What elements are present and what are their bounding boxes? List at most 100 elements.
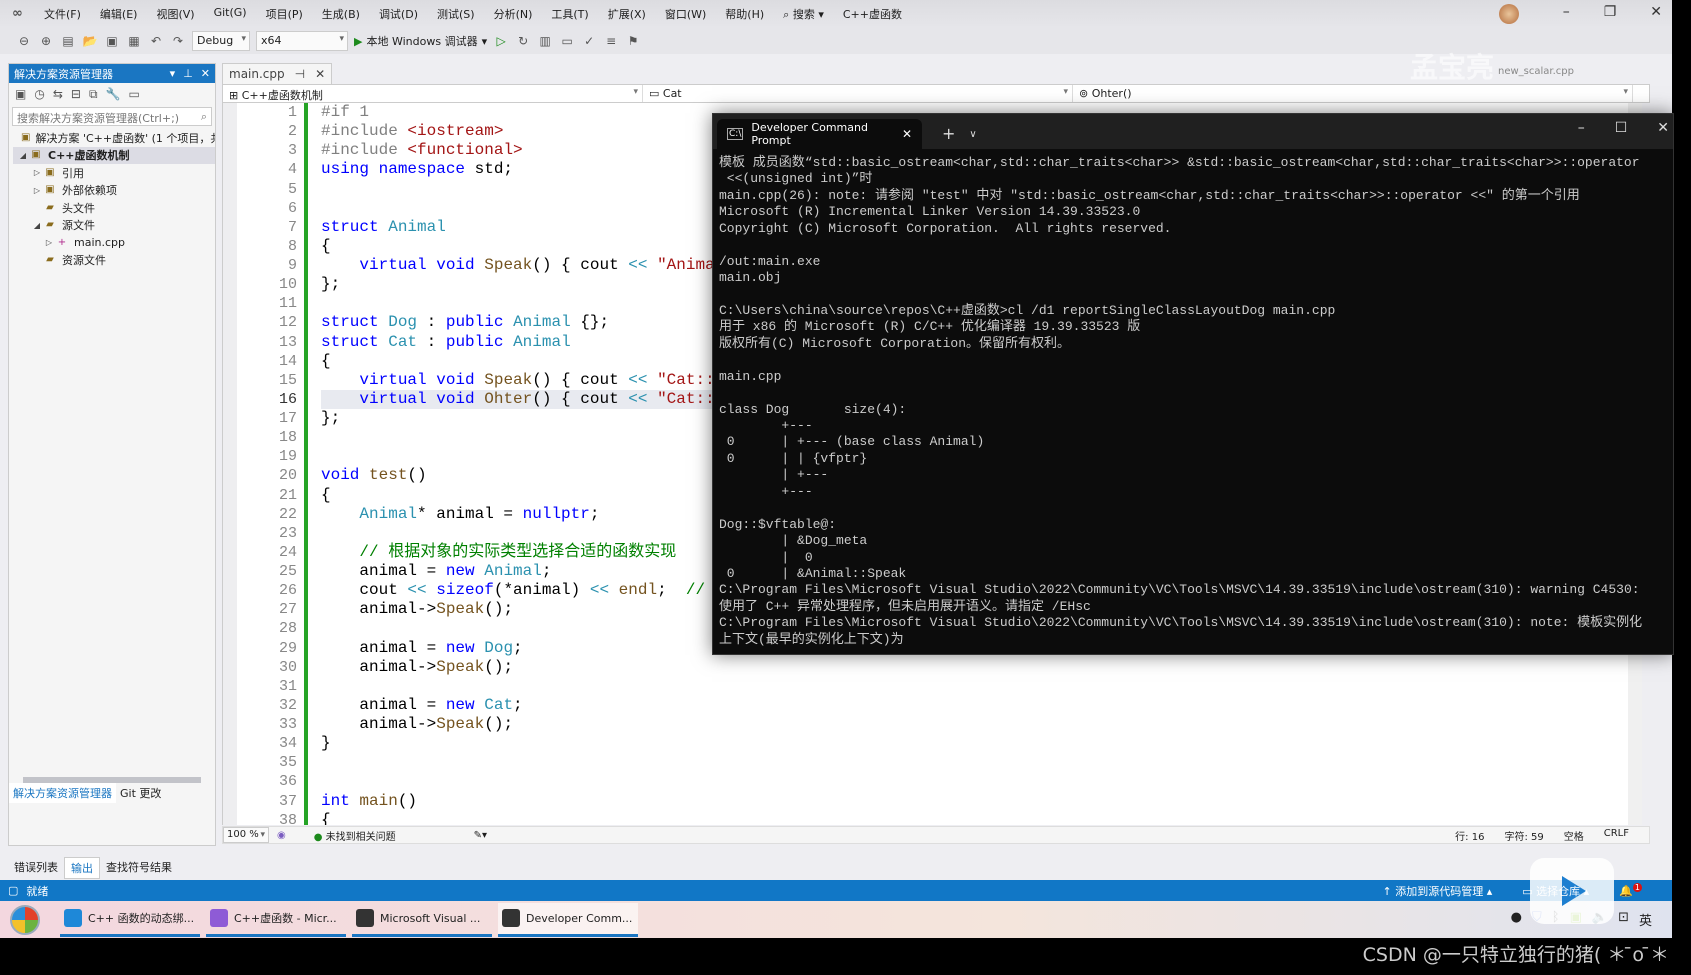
expand-toggle-icon[interactable]: ◢ <box>31 221 43 230</box>
tree-item[interactable]: ▰ 资源文件 <box>13 252 215 270</box>
code-line[interactable]: virtual void Ohter() { cout << "Cat:: <box>321 389 715 409</box>
minimize-button[interactable]: – <box>1563 4 1570 24</box>
char-indicator[interactable]: 字符: 59 <box>1504 828 1543 843</box>
code-line[interactable]: struct Animal <box>321 218 715 237</box>
start-button[interactable] <box>10 904 40 935</box>
network-icon[interactable]: ⊡ <box>1618 910 1629 929</box>
notifications-button[interactable]: 🔔 1 <box>1619 882 1642 899</box>
close-button[interactable]: ✕ <box>1650 4 1662 24</box>
code-line[interactable]: int main() <box>321 792 715 811</box>
code-line[interactable]: void test() <box>321 466 715 485</box>
menu-item[interactable]: 帮助(H) <box>725 6 764 22</box>
avatar[interactable] <box>1498 4 1519 24</box>
new-item-icon[interactable]: ▤ <box>60 33 76 49</box>
code-line[interactable]: ​ <box>321 753 715 772</box>
code-line[interactable]: animal->Speak(); <box>321 715 715 734</box>
code-line[interactable]: animal->Speak(); <box>321 600 715 619</box>
undo-icon[interactable]: ↶ <box>148 33 164 49</box>
pin-icon[interactable]: ⊣ <box>295 67 305 81</box>
code-line[interactable]: { <box>321 486 715 505</box>
tree-item[interactable]: ◢ ▣ C++虚函数机制 <box>13 146 215 164</box>
redo-icon[interactable]: ↷ <box>170 33 186 49</box>
expand-toggle-icon[interactable]: ▷ <box>31 186 43 195</box>
cleanup-icon[interactable]: ✎▾ <box>474 830 487 841</box>
code-line[interactable]: animal = new Cat; <box>321 696 715 715</box>
back-icon[interactable]: ⊖ <box>16 33 32 49</box>
eol-indicator[interactable]: CRLF <box>1604 828 1629 843</box>
code-line[interactable]: #include <iostream> <box>321 122 715 141</box>
menu-item[interactable]: 调试(D) <box>379 6 418 22</box>
show-all-files-icon[interactable]: ⧉ <box>89 87 98 102</box>
configuration-select[interactable]: Debug <box>192 31 250 51</box>
maximize-button[interactable]: ☐ <box>1615 120 1628 136</box>
code-line[interactable]: ​ <box>321 619 715 638</box>
code-line[interactable]: animal = new Animal; <box>321 562 715 581</box>
code-line[interactable]: animal->Speak(); <box>321 658 715 677</box>
code-line[interactable]: struct Cat : public Animal <box>321 333 715 352</box>
code-content[interactable]: #if 1 #include <iostream> #include <functi… <box>321 103 715 825</box>
code-line[interactable]: animal = new Dog; <box>321 639 715 658</box>
code-line[interactable]: // 根据对象的实际类型选择合适的函数实现 <box>321 543 715 562</box>
pin-icon[interactable]: ⊥ <box>183 67 193 80</box>
tab-find-symbol-results[interactable]: 查找符号结果 <box>100 857 178 879</box>
restore-button[interactable]: ❐ <box>1604 4 1617 24</box>
tab-output[interactable]: 输出 <box>64 857 100 879</box>
menu-item[interactable]: Git(G) <box>214 6 247 22</box>
solution-search-input[interactable]: 搜索解决方案资源管理器(Ctrl+;) ⌕ <box>12 107 212 126</box>
menu-item[interactable]: 视图(V) <box>156 6 194 22</box>
taskbar-item[interactable]: C++ 函数的动态绑... <box>60 903 200 937</box>
select-repo-button[interactable]: ▭ 选择仓库 ▴ <box>1522 883 1589 899</box>
menu-item[interactable]: 文件(F) <box>44 6 81 22</box>
code-line[interactable]: }; <box>321 409 715 428</box>
terminal-tab[interactable]: C:\ Developer Command Prompt ✕ <box>717 119 922 149</box>
save-icon[interactable]: ▣ <box>104 33 120 49</box>
tab-git-changes[interactable]: Git 更改 <box>116 783 165 803</box>
save-all-icon[interactable]: ▦ <box>126 33 142 49</box>
menu-item[interactable]: 扩展(X) <box>608 6 646 22</box>
expand-toggle-icon[interactable]: ◢ <box>17 151 29 160</box>
spacing-indicator[interactable]: 空格 <box>1564 828 1584 843</box>
preview-icon[interactable]: ▭ <box>128 87 139 101</box>
spellcheck-icon[interactable]: ✓ <box>581 33 597 49</box>
code-line[interactable]: ​ <box>321 524 715 543</box>
code-line[interactable]: ​ <box>321 677 715 696</box>
code-line[interactable]: #include <functional> <box>321 141 715 160</box>
code-line[interactable]: ​ <box>321 772 715 791</box>
taskbar-item[interactable]: C++虚函数 - Micr... <box>206 903 346 937</box>
new-tab-button[interactable]: + <box>942 124 955 143</box>
scope-select[interactable]: ⊞ C++虚函数机制 <box>223 85 643 102</box>
menu-item[interactable]: 项目(P) <box>266 6 303 22</box>
sync-icon[interactable]: ⇆ <box>53 87 63 101</box>
code-line[interactable]: cout << sizeof(*animal) << endl; // <box>321 581 715 600</box>
code-line[interactable]: struct Dog : public Animal {}; <box>321 313 715 332</box>
tab-dropdown-icon[interactable]: ∨ <box>969 129 976 140</box>
expand-toggle-icon[interactable]: ▷ <box>43 238 55 247</box>
code-line[interactable]: #if 1 <box>321 103 715 122</box>
code-line[interactable]: using namespace std; <box>321 160 715 179</box>
copilot-icon[interactable]: ◉ <box>277 830 286 841</box>
start-without-debug-icon[interactable]: ▷ <box>493 33 509 49</box>
collapse-all-icon[interactable]: ⊟ <box>71 87 81 101</box>
bookmark-icon[interactable]: ⚑ <box>625 33 641 49</box>
platform-select[interactable]: x64 <box>256 31 348 51</box>
zoom-select[interactable]: 100 % <box>223 827 269 843</box>
tree-item[interactable]: ▰ 头文件 <box>13 199 215 217</box>
tree-item[interactable]: ▷ ▣ 引用 <box>13 164 215 182</box>
member-select[interactable]: ⊚ Ohter() <box>1073 85 1633 102</box>
hot-reload-icon[interactable]: ↻ <box>515 33 531 49</box>
code-line[interactable]: ​ <box>321 294 715 313</box>
menu-item[interactable]: 生成(B) <box>322 6 360 22</box>
comment-icon[interactable]: ≡ <box>603 33 619 49</box>
code-line[interactable]: virtual void Speak() { cout << "Anima <box>321 256 714 275</box>
search-button[interactable]: ⌕ 搜索 ▾ <box>783 6 824 22</box>
menu-item[interactable]: 测试(S) <box>437 6 475 22</box>
forward-icon[interactable]: ⊕ <box>38 33 54 49</box>
app-tray-icon[interactable]: ● <box>1511 910 1522 929</box>
issues-indicator[interactable]: ● 未找到相关问题 <box>314 828 396 843</box>
close-tab-icon[interactable]: ✕ <box>315 67 325 81</box>
solution-icon[interactable]: ▥ <box>537 33 553 49</box>
code-line[interactable]: ​ <box>321 447 715 466</box>
tab-error-list[interactable]: 错误列表 <box>8 857 64 879</box>
tree-item[interactable]: ▣ 解决方案 'C++虚函数' (1 个项目，共 <box>13 129 215 147</box>
taskbar-item[interactable]: Microsoft Visual ... <box>352 903 492 937</box>
